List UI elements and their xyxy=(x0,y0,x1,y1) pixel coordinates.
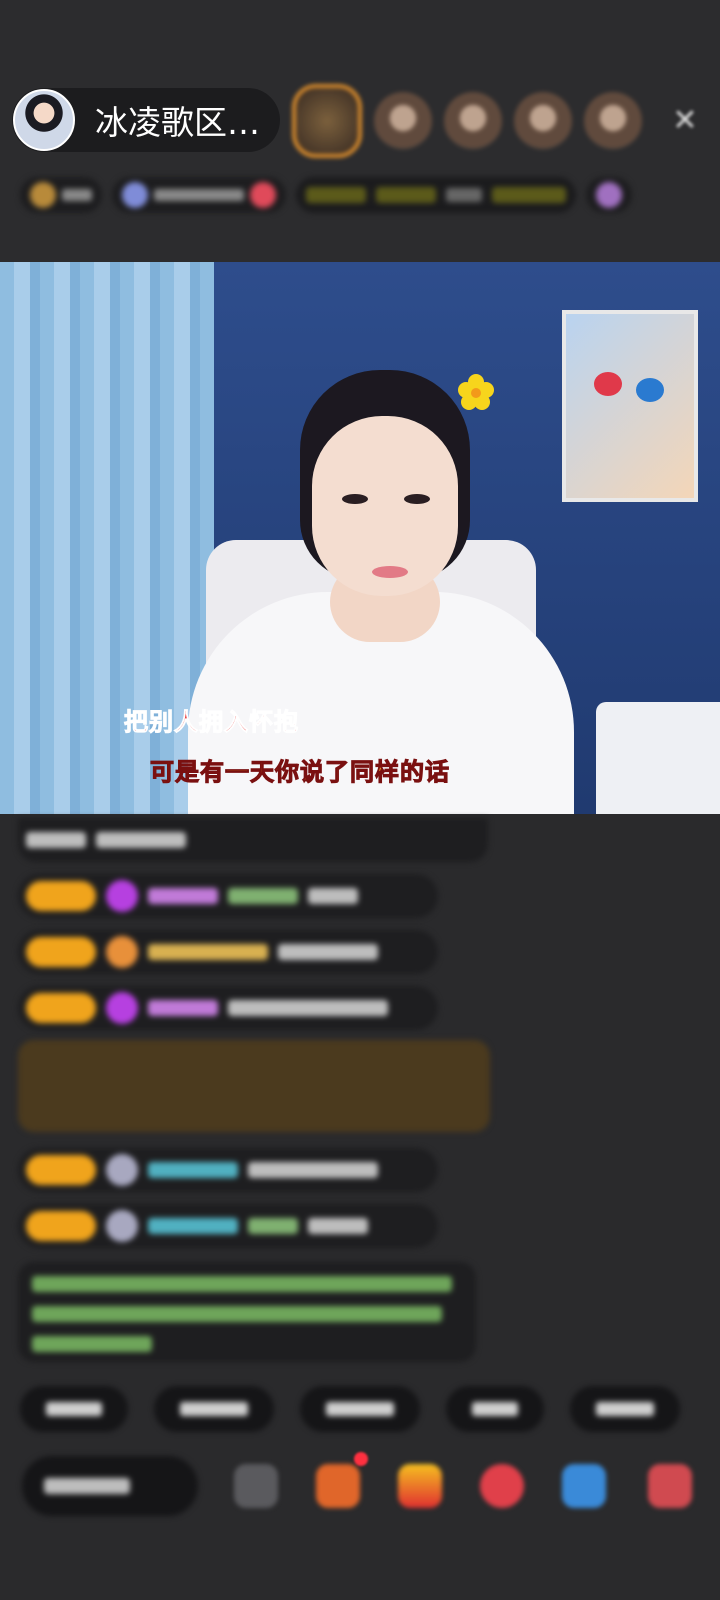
anchor-avatar[interactable] xyxy=(13,89,75,151)
viewer-avatar[interactable] xyxy=(514,92,572,150)
anchor-info-pill[interactable]: 冰凌歌区… xyxy=(12,88,280,152)
lyric-line-1: 把别人拥入怀抱 xyxy=(124,708,299,737)
quick-reply-chip[interactable] xyxy=(154,1386,274,1432)
viewer-avatar[interactable] xyxy=(292,84,362,158)
chat-message xyxy=(18,930,438,974)
live-room-header: 冰凌歌区… ✕ xyxy=(0,0,720,262)
rank-icon xyxy=(30,182,56,208)
quick-reply-bar xyxy=(20,1386,680,1432)
user-avatar xyxy=(106,1210,138,1242)
fan-club-icon xyxy=(122,182,148,208)
viewer-avatar[interactable] xyxy=(374,92,432,150)
close-icon[interactable]: ✕ xyxy=(666,102,704,140)
quick-reply-chip[interactable] xyxy=(446,1386,544,1432)
quick-reply-chip[interactable] xyxy=(20,1386,128,1432)
quick-reply-chip[interactable] xyxy=(300,1386,420,1432)
viewer-avatar-list xyxy=(292,84,642,158)
chat-message xyxy=(18,986,438,1030)
lipstick-gift-icon[interactable] xyxy=(480,1464,524,1508)
chat-message xyxy=(18,1148,438,1192)
chat-message xyxy=(18,818,488,862)
diamond-icon xyxy=(106,880,138,912)
eye xyxy=(342,494,368,504)
medal-icon xyxy=(106,936,138,968)
wall-painting xyxy=(562,310,698,502)
fan-club-badge[interactable] xyxy=(112,177,286,213)
chat-message-highlighted xyxy=(18,1040,490,1132)
room-info-badges xyxy=(20,172,700,218)
hot-rank-badge[interactable] xyxy=(20,177,102,213)
lips xyxy=(372,566,408,578)
activity-icon xyxy=(596,182,622,208)
more-gift-icon[interactable] xyxy=(648,1464,692,1508)
viewer-avatar[interactable] xyxy=(444,92,502,150)
eye xyxy=(404,494,430,504)
gift-box-icon[interactable] xyxy=(316,1464,360,1508)
quick-reply-chip[interactable] xyxy=(570,1386,680,1432)
user-avatar xyxy=(106,1154,138,1186)
chat-message xyxy=(18,874,438,918)
activity-badge[interactable] xyxy=(586,177,632,213)
live-video-stream[interactable]: 把别人拥入怀抱 可是有一天你说了同样的话 xyxy=(0,262,720,814)
emoji-icon[interactable] xyxy=(234,1464,278,1508)
anchor-name[interactable]: 冰凌歌区… xyxy=(95,96,260,144)
notification-dot xyxy=(354,1452,368,1466)
bed xyxy=(596,702,720,814)
chat-message xyxy=(18,1204,438,1248)
viewer-avatar[interactable] xyxy=(584,92,642,150)
diamond-icon xyxy=(106,992,138,1024)
heart-icon xyxy=(250,182,276,208)
gift-icon[interactable] xyxy=(398,1464,442,1508)
level-badge xyxy=(26,881,96,911)
system-notice xyxy=(18,1262,476,1362)
game-icon[interactable] xyxy=(562,1464,606,1508)
announcement-ticker[interactable] xyxy=(296,177,576,213)
chat-input[interactable] xyxy=(22,1456,198,1516)
level-badge xyxy=(26,1211,96,1241)
level-badge xyxy=(26,993,96,1023)
level-badge xyxy=(26,1155,96,1185)
level-badge xyxy=(26,937,96,967)
lyric-line-2: 可是有一天你说了同样的话 xyxy=(150,758,450,787)
flower-sticker-icon xyxy=(458,374,494,410)
